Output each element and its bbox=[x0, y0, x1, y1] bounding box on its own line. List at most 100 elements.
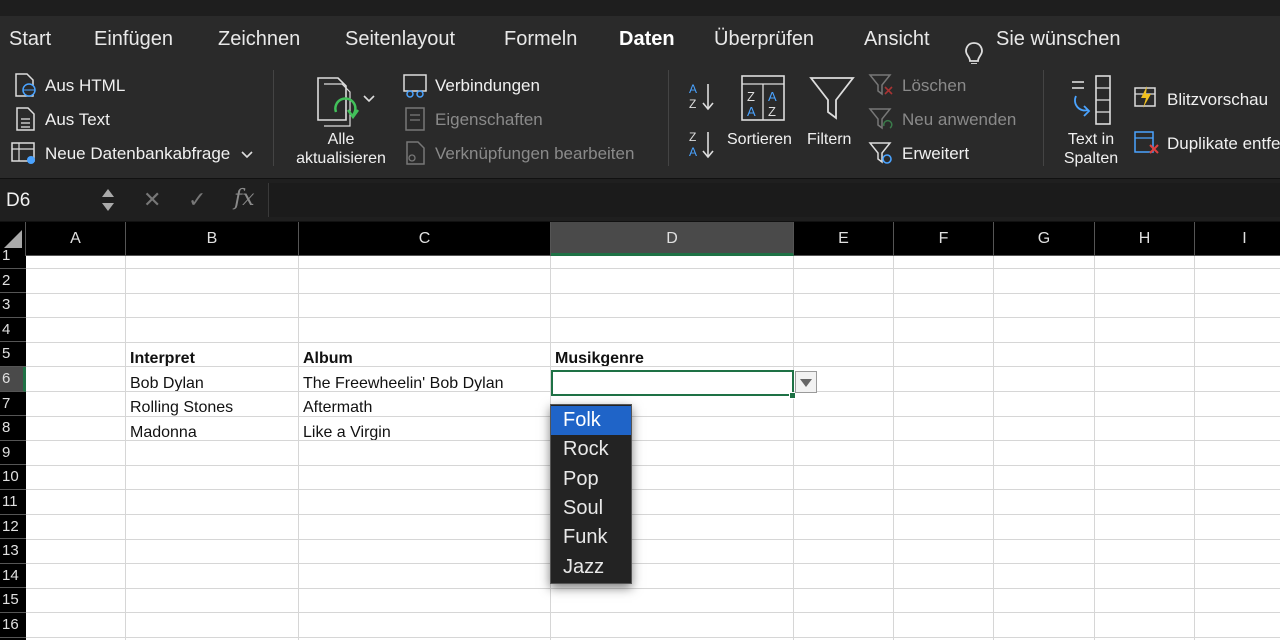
formula-input[interactable] bbox=[268, 183, 1280, 217]
name-box[interactable]: D6 bbox=[0, 179, 125, 222]
validation-dropdown-button[interactable] bbox=[795, 371, 817, 393]
tab-ueberpruefen[interactable]: Überprüfen bbox=[714, 28, 814, 51]
validation-list-popup: Folk Rock Pop Soul Funk Jazz bbox=[550, 404, 632, 584]
cell-b7[interactable]: Rolling Stones bbox=[130, 399, 233, 417]
reapply-button[interactable]: Neu anwenden bbox=[902, 110, 1016, 130]
cell-b5[interactable]: Interpret bbox=[130, 350, 195, 368]
grid-column-line bbox=[1194, 256, 1195, 640]
filter-button[interactable]: Filtern bbox=[807, 130, 851, 149]
genre-option-folk[interactable]: Folk bbox=[551, 406, 631, 436]
sort-button[interactable]: Sortieren bbox=[727, 130, 792, 149]
row-headers: 1 2 3 4 5 6 7 8 9 10 11 12 13 14 15 16 bbox=[0, 247, 26, 640]
column-header-i[interactable]: I bbox=[1195, 222, 1280, 256]
new-database-query-button[interactable]: Neue Datenbankabfrage bbox=[45, 144, 230, 164]
clear-button[interactable]: Löschen bbox=[902, 76, 966, 96]
edit-links-button[interactable]: Verknüpfungen bearbeiten bbox=[435, 144, 634, 164]
cancel-entry-icon[interactable]: ✕ bbox=[143, 187, 161, 213]
grid-column-line bbox=[793, 256, 794, 640]
row-header-13[interactable]: 13 bbox=[0, 539, 26, 564]
from-html-button[interactable]: Aus HTML bbox=[45, 76, 125, 96]
chevron-down-icon[interactable] bbox=[241, 150, 253, 160]
cell-c7[interactable]: Aftermath bbox=[303, 399, 372, 417]
text-to-columns-line1: Text in bbox=[1067, 131, 1115, 148]
svg-text:A: A bbox=[689, 145, 697, 159]
ribbon-separator bbox=[1043, 70, 1044, 166]
insert-function-icon[interactable]: fx bbox=[234, 186, 255, 211]
confirm-entry-icon[interactable]: ✓ bbox=[188, 187, 206, 213]
connections-button[interactable]: Verbindungen bbox=[435, 76, 540, 96]
tab-ansicht[interactable]: Ansicht bbox=[864, 28, 930, 51]
tab-zeichnen[interactable]: Zeichnen bbox=[218, 28, 300, 51]
row-header-5[interactable]: 5 bbox=[0, 342, 26, 367]
remove-duplicates-icon bbox=[1134, 131, 1159, 154]
row-header-15[interactable]: 15 bbox=[0, 588, 26, 613]
row-header-16[interactable]: 16 bbox=[0, 613, 26, 638]
sort-descending-icon[interactable]: Z A bbox=[686, 128, 720, 160]
cell-area[interactable]: Interpret Album Musikgenre Bob Dylan The… bbox=[26, 256, 1280, 640]
row-header-3[interactable]: 3 bbox=[0, 293, 26, 318]
row-header-2[interactable]: 2 bbox=[0, 269, 26, 294]
genre-option-pop[interactable]: Pop bbox=[551, 465, 631, 494]
column-header-f[interactable]: F bbox=[894, 222, 994, 256]
name-box-value: D6 bbox=[6, 190, 31, 211]
flash-fill-button[interactable]: Blitzvorschau bbox=[1167, 90, 1268, 110]
row-header-12[interactable]: 12 bbox=[0, 515, 26, 540]
sort-dialog-icon[interactable]: Z A A Z bbox=[740, 74, 786, 124]
grid-row-line bbox=[26, 538, 1280, 540]
tab-start[interactable]: Start bbox=[9, 28, 51, 51]
text-to-columns-icon[interactable] bbox=[1066, 74, 1116, 128]
ribbon-tab-bar: Start Einfügen Zeichnen Seitenlayout For… bbox=[0, 16, 1280, 71]
svg-text:Z: Z bbox=[689, 130, 696, 144]
cell-c5[interactable]: Album bbox=[303, 350, 353, 368]
tab-formeln[interactable]: Formeln bbox=[504, 28, 577, 51]
row-header-9[interactable]: 9 bbox=[0, 441, 26, 466]
remove-duplicates-button[interactable]: Duplikate entfe bbox=[1167, 134, 1280, 154]
column-header-a[interactable]: A bbox=[26, 222, 126, 256]
row-header-6[interactable]: 6 bbox=[0, 367, 26, 392]
chevron-down-icon[interactable] bbox=[363, 94, 375, 104]
ribbon-separator bbox=[668, 70, 669, 166]
fill-handle[interactable] bbox=[789, 392, 796, 399]
row-header-8[interactable]: 8 bbox=[0, 416, 26, 441]
column-header-g[interactable]: G bbox=[994, 222, 1095, 256]
grid-row-line bbox=[26, 637, 1280, 638]
row-header-4[interactable]: 4 bbox=[0, 318, 26, 343]
refresh-all-label[interactable]: Alle aktualisieren bbox=[290, 130, 392, 168]
cell-d5[interactable]: Musikgenre bbox=[555, 350, 644, 368]
refresh-all-icon[interactable] bbox=[312, 74, 362, 132]
html-file-icon bbox=[15, 73, 36, 97]
genre-option-funk[interactable]: Funk bbox=[551, 523, 631, 552]
sort-ascending-icon[interactable]: A Z bbox=[686, 80, 720, 112]
grid-row-line bbox=[26, 612, 1280, 614]
genre-option-rock[interactable]: Rock bbox=[551, 435, 631, 464]
advanced-filter-icon bbox=[868, 142, 892, 164]
active-cell-d6[interactable] bbox=[551, 370, 794, 396]
text-to-columns-label[interactable]: Text in Spalten bbox=[1056, 130, 1126, 168]
genre-option-jazz[interactable]: Jazz bbox=[551, 553, 631, 582]
row-header-1[interactable]: 1 bbox=[0, 244, 26, 269]
column-header-d[interactable]: D bbox=[551, 222, 794, 256]
filter-funnel-icon[interactable] bbox=[808, 74, 856, 124]
text-to-columns-line2: Spalten bbox=[1063, 150, 1119, 167]
tab-daten[interactable]: Daten bbox=[619, 28, 675, 51]
row-header-14[interactable]: 14 bbox=[0, 564, 26, 589]
column-header-h[interactable]: H bbox=[1095, 222, 1195, 256]
row-header-7[interactable]: 7 bbox=[0, 392, 26, 417]
tab-einfuegen[interactable]: Einfügen bbox=[94, 28, 173, 51]
ribbon-daten: Aus HTML Aus Text Neue Datenbankabfrage … bbox=[0, 64, 1280, 178]
grid-row-line bbox=[26, 563, 1280, 565]
name-box-stepper-icon[interactable] bbox=[100, 185, 116, 215]
from-text-button[interactable]: Aus Text bbox=[45, 110, 110, 130]
grid-row-line bbox=[26, 587, 1280, 589]
column-header-b[interactable]: B bbox=[126, 222, 299, 256]
row-header-10[interactable]: 10 bbox=[0, 465, 26, 490]
row-header-11[interactable]: 11 bbox=[0, 490, 26, 515]
genre-option-soul[interactable]: Soul bbox=[551, 494, 631, 523]
tell-me-search[interactable]: Sie wünschen bbox=[996, 28, 1121, 51]
grid-column-line bbox=[1094, 256, 1095, 640]
properties-button[interactable]: Eigenschaften bbox=[435, 110, 543, 130]
tab-seitenlayout[interactable]: Seitenlayout bbox=[345, 28, 455, 51]
advanced-button[interactable]: Erweitert bbox=[902, 144, 969, 164]
column-header-c[interactable]: C bbox=[299, 222, 551, 256]
column-header-e[interactable]: E bbox=[794, 222, 894, 256]
